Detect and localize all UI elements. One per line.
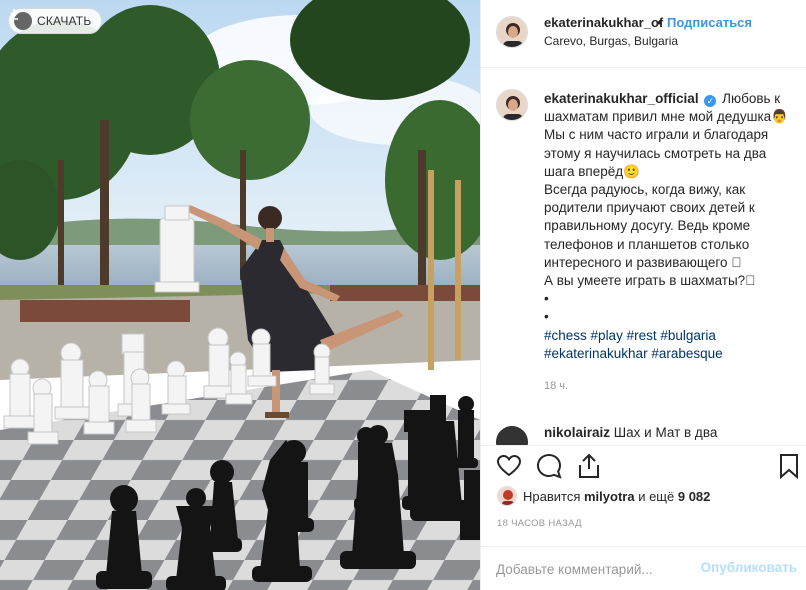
comment-item: nikolairaiz Шах и Мат в два (544, 425, 717, 440)
heart-icon[interactable] (495, 452, 523, 480)
hashtags-line-2: #ekaterinakukhar #arabesque (544, 345, 794, 363)
post-header: ekaterinakukhar_of • Подписаться Carevo,… (481, 0, 806, 68)
caption-line-3: Всегда радуюсь, когда вижу, как родители… (544, 182, 755, 270)
caption-avatar[interactable] (496, 89, 528, 121)
hashtag-link[interactable]: #ekaterinakukhar (544, 346, 648, 361)
caption-line-4: А вы умеете играть в шахматы?🏻 (544, 273, 756, 289)
share-icon[interactable] (575, 452, 603, 480)
likes-text: Нравится milyotra и ещё 9 082 (523, 489, 710, 504)
header-separator: • (657, 15, 662, 30)
hashtag-link[interactable]: #arabesque (651, 346, 722, 361)
author-username[interactable]: ekaterinakukhar_of (544, 15, 663, 30)
download-label: СКАЧАТЬ (37, 14, 92, 28)
caption-line-2: Мы с ним часто играли и благодаря этому … (544, 127, 769, 179)
caption-time: 18 ч. (544, 380, 569, 393)
verified-badge-icon: ✓ (704, 95, 717, 107)
post-caption: ekaterinakukhar_official ✓ Любовь к шахм… (544, 90, 794, 395)
commenter-avatar[interactable] (496, 426, 528, 445)
photo-scene (0, 0, 480, 590)
publish-button[interactable]: Опубликовать (701, 560, 797, 575)
follow-button[interactable]: Подписаться (667, 15, 752, 30)
comment-icon[interactable] (535, 452, 563, 480)
add-comment-bar: Опубликовать (481, 546, 806, 590)
post-timestamp[interactable]: 18 ЧАСОВ НАЗАД (497, 518, 582, 529)
comments-section[interactable]: ekaterinakukhar_official ✓ Любовь к шахм… (481, 69, 806, 445)
caption-username[interactable]: ekaterinakukhar_official (544, 91, 699, 106)
bookmark-icon[interactable] (775, 452, 803, 480)
author-avatar[interactable] (496, 16, 528, 48)
hashtag-link[interactable]: #play (591, 328, 623, 343)
comment-text: Шах и Мат в два (613, 425, 718, 440)
post-sidebar: ekaterinakukhar_of • Подписаться Carevo,… (480, 0, 806, 590)
likes-and-more: и ещё (638, 488, 675, 504)
likes-summary: Нравится milyotra и ещё 9 082 (497, 486, 710, 506)
action-bar (481, 445, 806, 485)
hashtag-link[interactable]: #chess (544, 328, 587, 343)
hashtags-line-1: #chess #play #rest #bulgaria (544, 327, 794, 345)
comment-input[interactable] (496, 559, 696, 579)
likes-count[interactable]: 9 082 (678, 489, 711, 504)
liker-username[interactable]: milyotra (584, 489, 635, 504)
download-icon (10, 9, 32, 30)
liker-avatar[interactable] (497, 486, 517, 506)
post-photo[interactable]: СКАЧАТЬ (0, 0, 480, 590)
likes-prefix: Нравится (523, 488, 581, 504)
commenter-username[interactable]: nikolairaiz (544, 425, 610, 440)
download-button[interactable]: СКАЧАТЬ (8, 8, 103, 34)
post-location[interactable]: Carevo, Burgas, Bulgaria (544, 34, 678, 48)
caption-bullet-2: • (544, 309, 549, 325)
caption-bullet-1: • (544, 291, 549, 307)
hashtag-link[interactable]: #bulgaria (660, 328, 716, 343)
hashtag-link[interactable]: #rest (627, 328, 657, 343)
